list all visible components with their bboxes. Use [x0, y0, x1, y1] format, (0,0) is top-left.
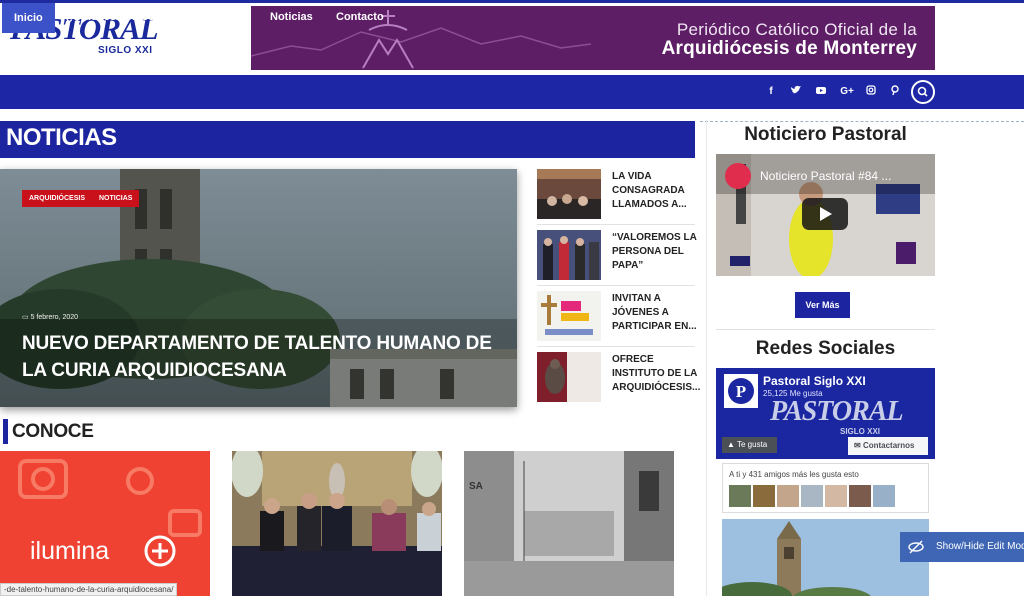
side-divider: [537, 224, 695, 225]
tag-arquidiocesis[interactable]: ARQUIDIÓCESIS: [22, 190, 93, 207]
side-article-thumb: [537, 230, 601, 280]
youtube-icon[interactable]: [814, 84, 828, 100]
side-article-title: “VALOREMOS LA PERSONA DEL PAPA”: [612, 232, 697, 271]
edit-mode-toggle[interactable]: Show/Hide Edit Mode: [900, 532, 1024, 562]
calendar-icon: ▭: [22, 314, 31, 321]
play-icon: [820, 207, 832, 221]
fb-cover-logo: PASTORAL: [770, 396, 904, 427]
instagram-icon[interactable]: [864, 84, 878, 100]
friend-avatar[interactable]: [801, 485, 823, 507]
hero-title[interactable]: NUEVO DEPARTAMENTO DE TALENTO HUMANO DE …: [22, 330, 492, 384]
search-icon: [917, 86, 928, 97]
side-article-title: INVITAN A JÓVENES A PARTICIPAR EN...: [612, 293, 697, 332]
banner-line-1: Periódico Católico Oficial de la: [676, 20, 917, 39]
fb-page-avatar[interactable]: P: [724, 374, 758, 408]
friend-avatar[interactable]: [753, 485, 775, 507]
eye-slash-icon: [908, 532, 924, 575]
side-article-thumb: [537, 291, 601, 341]
dashed-divider: [700, 121, 1024, 122]
section-title-noticias: NOTICIAS: [6, 124, 117, 151]
tag-noticias[interactable]: NOTICIAS: [92, 190, 140, 207]
pinterest-icon[interactable]: [888, 84, 902, 100]
fb-contact-label: Contactarnos: [862, 441, 915, 450]
fb-friends-text: A ti y 431 amigos más les gusta esto: [729, 470, 859, 479]
fb-cover-sub: SIGLO XXI: [840, 427, 881, 436]
fb-page-name[interactable]: Pastoral Siglo XXI: [763, 374, 866, 388]
side-article-title: LA VIDA CONSAGRADA LLAMADOS A...: [612, 171, 687, 210]
hero-date: ▭ 5 febrero, 2020: [22, 313, 78, 321]
friend-avatar[interactable]: [729, 485, 751, 507]
nav-item-noticias[interactable]: Noticias: [270, 0, 313, 34]
side-article[interactable]: OFRECE INSTITUTO DE LA ARQUIDIÓCESIS...: [537, 352, 701, 406]
video-title[interactable]: Noticiero Pastoral #84 ...: [760, 169, 891, 183]
nav-item-quienes-somos[interactable]: ¿Quiénes somos?: [66, 0, 161, 34]
facebook-page-widget[interactable]: P Pastoral Siglo XXI 25,125 Me gusta PAS…: [716, 368, 935, 459]
channel-avatar[interactable]: [725, 163, 751, 189]
side-article-title: OFRECE INSTITUTO DE LA ARQUIDIÓCESIS...: [612, 354, 701, 393]
conoce-card-historic[interactable]: SA: [464, 451, 674, 596]
status-url: -de-talento-humano-de-la-curia-arquidioc…: [0, 583, 178, 596]
conoce-card-press[interactable]: [232, 451, 442, 596]
ilumina-label: ilumina: [30, 537, 110, 565]
noticiero-title: Noticiero Pastoral: [744, 124, 907, 145]
logo-sub-text: SIGLO XXI: [98, 45, 153, 56]
nav-item-contacto[interactable]: Contacto: [336, 0, 384, 34]
envelope-icon: ✉: [854, 441, 863, 450]
nav-item-voz-del-pastor[interactable]: Voz del Pastor: [176, 0, 251, 34]
friend-avatar[interactable]: [777, 485, 799, 507]
side-divider: [537, 346, 695, 347]
friend-avatar[interactable]: [849, 485, 871, 507]
svg-text:P: P: [736, 382, 746, 401]
twitter-icon[interactable]: [789, 84, 803, 100]
historic-sign-text: SA: [469, 481, 483, 492]
google-plus-icon[interactable]: G+: [838, 84, 856, 100]
video-embed[interactable]: Noticiero Pastoral #84 ...: [716, 154, 935, 276]
fb-like-label: Te gusta: [737, 440, 768, 449]
nav-item-inicio[interactable]: Inicio: [2, 3, 55, 33]
banner-line-2: Arquidiócesis de Monterrey: [661, 38, 917, 59]
friend-avatar[interactable]: [825, 485, 847, 507]
sidebar-divider: [706, 120, 707, 596]
fb-post-image[interactable]: [722, 519, 929, 596]
side-article-thumb: [537, 352, 601, 402]
ver-mas-button[interactable]: Ver Más: [795, 292, 850, 318]
redes-title: Redes Sociales: [755, 338, 896, 359]
side-divider: [537, 285, 695, 286]
friend-avatar[interactable]: [873, 485, 895, 507]
thumbs-up-icon: ▲: [727, 440, 737, 449]
conoce-accent: [3, 419, 8, 444]
fb-like-button[interactable]: ▲ Te gusta: [722, 437, 777, 453]
section-title-conoce: CONOCE: [12, 421, 94, 442]
fb-contact-button[interactable]: ✉ Contactarnos: [848, 437, 928, 455]
search-button[interactable]: [911, 80, 935, 104]
side-article[interactable]: INVITAN A JÓVENES A PARTICIPAR EN...: [537, 291, 697, 345]
side-article-thumb: [537, 169, 601, 219]
play-button[interactable]: [802, 198, 848, 230]
sidebar-rule: [716, 329, 935, 330]
edit-mode-label: Show/Hide Edit Mode: [936, 541, 1024, 552]
noticias-header: NOTICIAS: [0, 121, 695, 158]
hero-date-text: 5 febrero, 2020: [30, 314, 79, 321]
fb-friends-panel: A ti y 431 amigos más les gusta esto: [722, 463, 929, 513]
side-article[interactable]: “VALOREMOS LA PERSONA DEL PAPA”: [537, 230, 697, 284]
facebook-icon[interactable]: f: [764, 84, 778, 100]
side-article[interactable]: LA VIDA CONSAGRADA LLAMADOS A...: [537, 169, 695, 223]
conoce-card-ilumina[interactable]: ilumina: [0, 451, 210, 596]
